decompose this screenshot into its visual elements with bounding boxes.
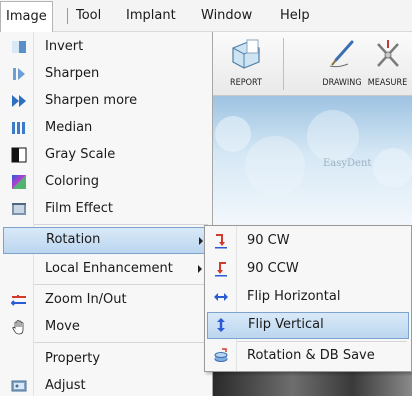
app-banner: EasyDent	[213, 96, 412, 226]
flip-horizontal-icon	[214, 293, 228, 301]
menu-item-label: Zoom In/Out	[45, 292, 127, 307]
hand-icon	[12, 320, 24, 335]
submenu-item-90-ccw[interactable]: 90 CCW	[207, 256, 409, 283]
easydent-logo: EasyDent	[323, 158, 372, 169]
menu-item-label: Coloring	[45, 174, 100, 189]
menu-item-property[interactable]: Property	[0, 346, 212, 373]
menu-image[interactable]: Image	[0, 1, 53, 33]
drawing-icon	[329, 40, 354, 68]
menu-item-label: Film Effect	[45, 201, 113, 216]
menu-item-label: Local Enhancement	[45, 261, 173, 276]
median-icon	[12, 122, 25, 134]
menu-separator	[237, 341, 407, 342]
menu-item-sharpen[interactable]: Sharpen	[0, 61, 212, 88]
rotation-db-save-icon	[214, 348, 228, 362]
toolbar-separator	[283, 38, 284, 90]
gray-scale-icon	[11, 147, 27, 163]
menu-item-label: Gray Scale	[45, 147, 116, 162]
toolbar: REPORT DRAWING MEASURE	[213, 32, 412, 96]
measure-icon	[376, 40, 399, 67]
menu-item-rotation[interactable]: Rotation	[3, 227, 210, 254]
report-label: REPORT	[230, 78, 262, 88]
menu-item-film-effect[interactable]: Film Effect	[0, 196, 212, 223]
submenu-item-label: Rotation & DB Save	[247, 348, 375, 363]
rotate-cw-icon	[215, 234, 227, 249]
menu-item-move[interactable]: Move	[0, 314, 212, 341]
menu-item-label: Rotation	[46, 232, 101, 247]
sharpen-icon	[13, 68, 25, 80]
adjust-icon	[11, 380, 27, 392]
sharpen-more-icon	[12, 95, 26, 107]
menu-tool-label: Tool	[76, 8, 102, 23]
menu-separator	[34, 342, 208, 343]
rotation-submenu: 90 CW 90 CCW Flip Horizontal Flip Vertic…	[204, 225, 412, 372]
film-effect-icon	[12, 203, 26, 215]
drawing-button[interactable]: DRAWING	[317, 32, 367, 96]
submenu-item-flip-vertical[interactable]: Flip Vertical	[207, 312, 409, 339]
menu-image-label: Image	[6, 9, 47, 24]
menu-item-label: Move	[45, 319, 80, 334]
submenu-item-90-cw[interactable]: 90 CW	[207, 228, 409, 255]
report-button[interactable]: REPORT	[213, 32, 279, 96]
menu-item-median[interactable]: Median	[0, 115, 212, 142]
menu-item-adjust[interactable]: Adjust	[0, 373, 212, 396]
menu-item-coloring[interactable]: Coloring	[0, 169, 212, 196]
menu-bar: Image Tool Implant Window Help	[0, 0, 412, 33]
menu-window-label: Window	[201, 8, 253, 23]
submenu-arrow-icon	[199, 237, 203, 245]
rotate-ccw-icon	[215, 262, 227, 277]
menu-separator	[34, 284, 208, 285]
submenu-item-label: 90 CCW	[247, 261, 299, 276]
drawing-label: DRAWING	[322, 78, 362, 88]
submenu-item-flip-horizontal[interactable]: Flip Horizontal	[207, 284, 409, 311]
menu-window[interactable]: Window	[201, 8, 252, 24]
menu-item-sharpen-more[interactable]: Sharpen more	[0, 88, 212, 115]
menu-tool[interactable]: Tool	[76, 8, 101, 24]
menu-item-label: Median	[45, 120, 93, 135]
submenu-item-rotation-db-save[interactable]: Rotation & DB Save	[207, 343, 409, 370]
menu-item-zoom[interactable]: Zoom In/Out	[0, 287, 212, 314]
measure-label: MEASURE	[367, 78, 408, 88]
menu-item-label: Sharpen	[45, 66, 100, 81]
menu-item-local-enhancement[interactable]: Local Enhancement	[0, 256, 212, 283]
submenu-arrow-icon	[198, 265, 202, 273]
zoom-icon	[11, 295, 26, 306]
menu-separator	[34, 224, 208, 225]
menu-item-label: Adjust	[45, 378, 86, 393]
flip-vertical-icon	[217, 318, 225, 332]
submenu-item-label: Flip Horizontal	[247, 289, 341, 304]
menu-item-invert[interactable]: Invert	[0, 34, 212, 61]
menu-item-label: Invert	[45, 39, 84, 54]
image-menu-dropdown: Invert Sharpen Sharpen more Median Gray …	[0, 32, 213, 396]
banner-art	[215, 110, 412, 196]
menu-divider	[67, 8, 68, 24]
menu-item-label: Sharpen more	[45, 93, 138, 108]
menu-help[interactable]: Help	[280, 8, 310, 24]
menu-help-label: Help	[280, 8, 310, 23]
submenu-item-label: Flip Vertical	[248, 317, 324, 332]
invert-icon	[12, 41, 26, 53]
coloring-icon	[12, 175, 26, 189]
menu-implant-label: Implant	[126, 8, 176, 23]
submenu-item-label: 90 CW	[247, 233, 290, 248]
menu-item-label: Property	[45, 351, 101, 366]
measure-button[interactable]: MEASURE	[363, 32, 412, 96]
menu-implant[interactable]: Implant	[126, 8, 176, 24]
report-icon	[232, 39, 260, 69]
menu-item-gray-scale[interactable]: Gray Scale	[0, 142, 212, 169]
